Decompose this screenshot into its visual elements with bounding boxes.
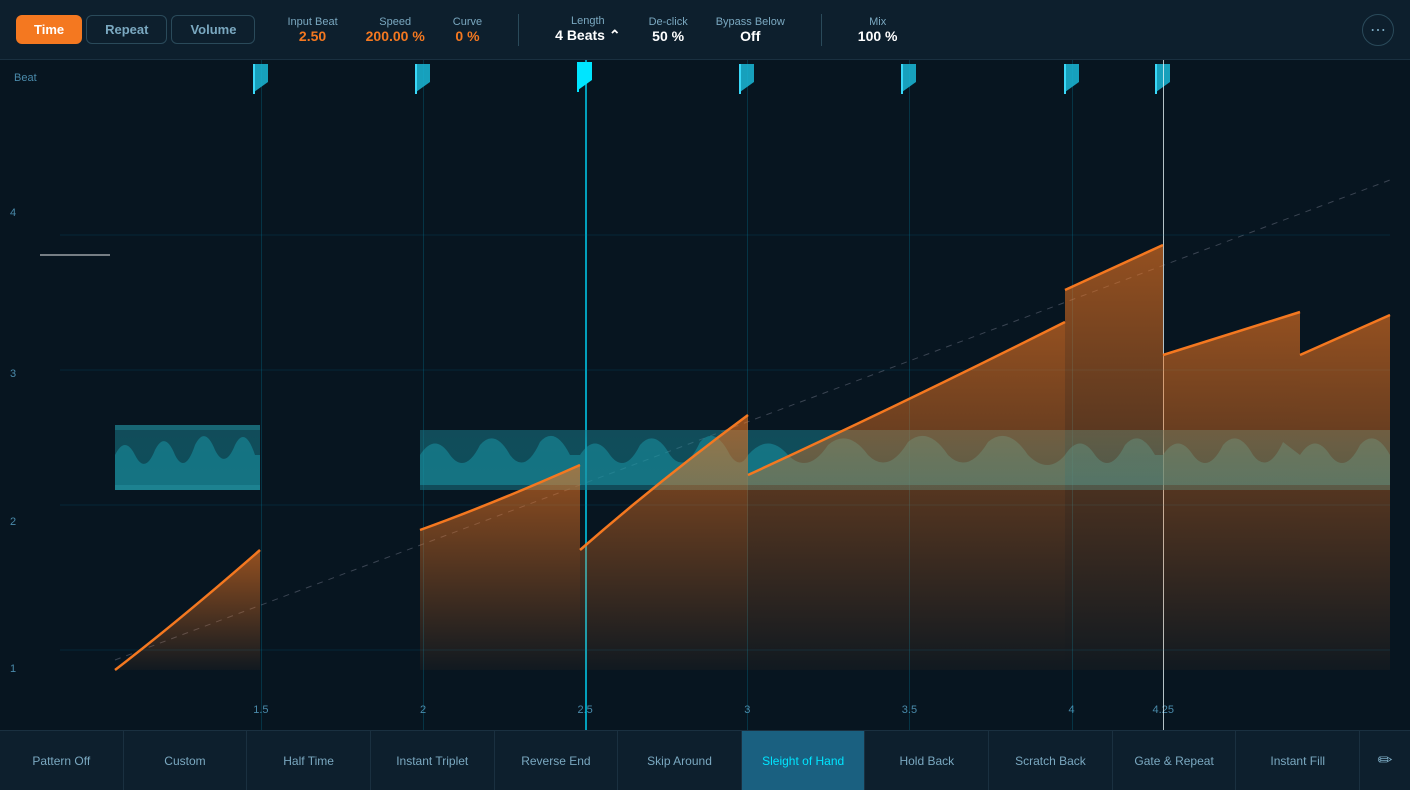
param-mix-label: Mix <box>869 16 886 28</box>
tab-volume[interactable]: Volume <box>171 15 255 44</box>
param-speed-label: Speed <box>379 16 411 28</box>
param-curve-value[interactable]: 0 % <box>455 28 479 44</box>
param-input-beat-label: Input Beat <box>287 16 337 28</box>
divider-2 <box>821 14 822 46</box>
preset-instant-triplet[interactable]: Instant Triplet <box>371 731 495 790</box>
param-group: Input Beat 2.50 Speed 200.00 % Curve 0 %… <box>287 14 897 46</box>
edit-button[interactable]: ✏ <box>1360 731 1410 790</box>
preset-instant-fill[interactable]: Instant Fill <box>1236 731 1360 790</box>
tab-time[interactable]: Time <box>16 15 82 44</box>
param-input-beat-value[interactable]: 2.50 <box>299 28 326 44</box>
param-mix-value[interactable]: 100 % <box>858 28 898 44</box>
more-button[interactable]: ⋯ <box>1362 14 1394 46</box>
preset-half-time[interactable]: Half Time <box>247 731 371 790</box>
param-length: Length 4 Beats ⌃ <box>555 15 620 44</box>
preset-reverse-end[interactable]: Reverse End <box>495 731 619 790</box>
preset-pattern-off[interactable]: Pattern Off <box>0 731 124 790</box>
param-speed: Speed 200.00 % <box>366 16 425 44</box>
param-length-label: Length <box>571 15 605 27</box>
param-curve-label: Curve <box>453 16 482 28</box>
param-bypass-value[interactable]: Off <box>740 28 760 44</box>
preset-sleight-of-hand[interactable]: Sleight of Hand <box>742 731 866 790</box>
main-visualization: Beat 4 3 2 1 1.5 2 2.5 3 3.5 4 4.25 <box>0 60 1410 730</box>
param-declick: De-click 50 % <box>649 16 688 44</box>
param-bypass-label: Bypass Below <box>716 16 785 28</box>
param-declick-label: De-click <box>649 16 688 28</box>
param-bypass: Bypass Below Off <box>716 16 785 44</box>
visualization-svg <box>0 60 1410 730</box>
preset-scratch-back[interactable]: Scratch Back <box>989 731 1113 790</box>
preset-custom[interactable]: Custom <box>124 731 248 790</box>
top-bar: Time Repeat Volume Input Beat 2.50 Speed… <box>0 0 1410 60</box>
param-speed-value[interactable]: 200.00 % <box>366 28 425 44</box>
param-length-value[interactable]: 4 Beats ⌃ <box>555 27 620 44</box>
bottom-bar: Pattern Off Custom Half Time Instant Tri… <box>0 730 1410 790</box>
param-declick-value[interactable]: 50 % <box>652 28 684 44</box>
preset-gate-repeat[interactable]: Gate & Repeat <box>1113 731 1237 790</box>
preset-skip-around[interactable]: Skip Around <box>618 731 742 790</box>
tab-group: Time Repeat Volume <box>16 15 255 44</box>
divider-1 <box>518 14 519 46</box>
param-mix: Mix 100 % <box>858 16 898 44</box>
tab-repeat[interactable]: Repeat <box>86 15 167 44</box>
preset-hold-back[interactable]: Hold Back <box>865 731 989 790</box>
param-input-beat: Input Beat 2.50 <box>287 16 337 44</box>
param-curve: Curve 0 % <box>453 16 482 44</box>
